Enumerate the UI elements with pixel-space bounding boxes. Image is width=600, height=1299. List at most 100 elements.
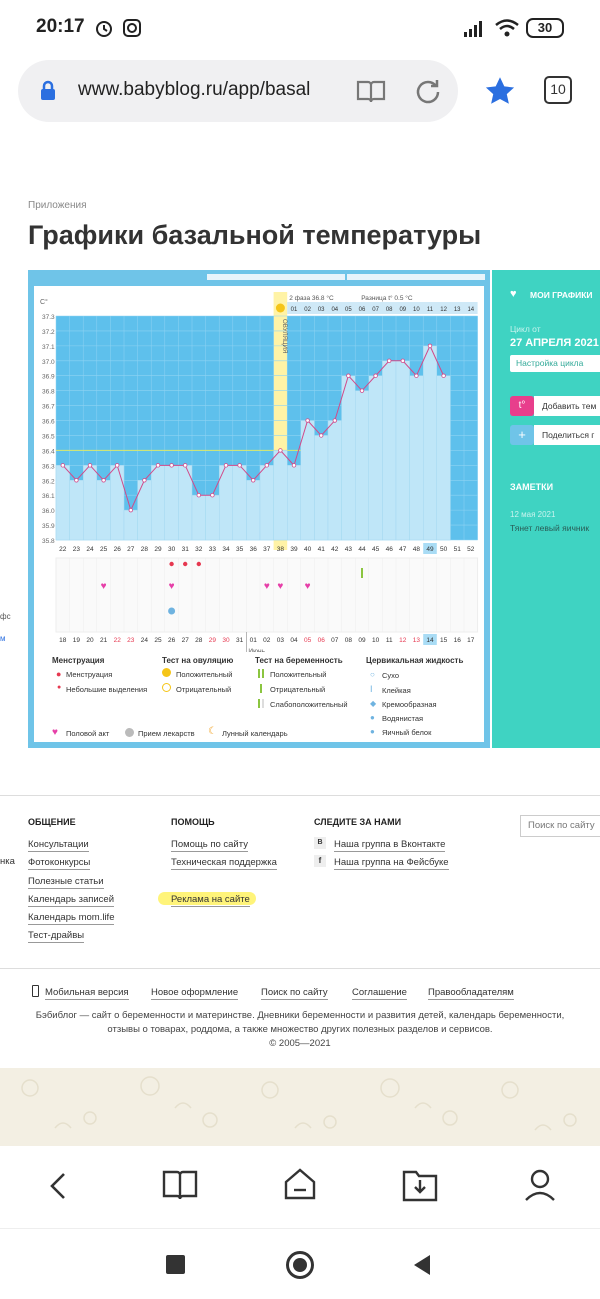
cervical-marker xyxy=(168,607,176,615)
bbt-chart[interactable]: 37.3 37.2 37.1 37.0 36.9 36.8 36.7 36.6 36.5 36.4… xyxy=(34,292,484,652)
ovulation-label: ОВУЛЯЦИЯ xyxy=(281,319,288,353)
temp-point xyxy=(155,463,161,468)
date-label: 31 xyxy=(236,637,244,644)
scroll-track-right[interactable] xyxy=(347,274,485,280)
note-text[interactable]: Тянет левый яичник xyxy=(510,523,589,533)
footer-bottom-link[interactable]: Мобильная версия xyxy=(45,987,129,1000)
back-icon[interactable] xyxy=(46,1170,72,1202)
url-text[interactable]: www.babyblog.ru/app/basal xyxy=(78,79,310,101)
y-tick-label: 35.9 xyxy=(42,523,55,530)
cycle-day-label: 37 xyxy=(263,546,271,553)
y-tick-label: 36.3 xyxy=(42,463,55,470)
scroll-track-left[interactable] xyxy=(207,274,345,280)
footer-link[interactable]: Фотоконкурсы xyxy=(28,857,91,870)
cut-link[interactable]: м xyxy=(0,634,6,643)
footer-bottom-link[interactable]: Правообладателям xyxy=(428,987,514,1000)
pill-icon xyxy=(125,728,134,737)
date-label: 05 xyxy=(304,637,312,644)
temp-bar xyxy=(69,480,84,541)
legend-pregnancy-title: Тест на беременность xyxy=(255,656,343,665)
temp-bar xyxy=(286,465,301,541)
facebook-icon[interactable]: f xyxy=(314,855,326,867)
dry-icon: ○ xyxy=(370,670,375,679)
copyright: © 2005—2021 xyxy=(269,1038,331,1049)
phase-day-label: 02 xyxy=(304,307,311,313)
temp-point xyxy=(359,388,365,393)
footer-link[interactable]: Наша группа на Фейсбуке xyxy=(334,857,449,870)
footer-link[interactable]: Наша группа в Вконтакте xyxy=(334,839,446,852)
footer-link[interactable]: Техническая поддержка xyxy=(171,857,277,870)
legend-item: Отрицательный xyxy=(176,685,232,694)
footer-link[interactable]: Календарь mom.life xyxy=(28,912,115,925)
legend-item: Водянистая xyxy=(382,714,424,723)
intercourse-marker: ♥ xyxy=(264,581,270,592)
temp-bar xyxy=(382,360,397,541)
lock-icon xyxy=(41,80,55,100)
date-label: 13 xyxy=(413,637,421,644)
temp-point xyxy=(169,463,174,468)
intercourse-marker: ♥ xyxy=(277,581,283,592)
system-back-button[interactable] xyxy=(410,1253,434,1277)
breadcrumb[interactable]: Приложения xyxy=(28,200,87,211)
footer-bottom-link[interactable]: Новое оформление xyxy=(151,987,239,1000)
heart-icon: ♥ xyxy=(52,727,58,738)
y-tick-label: 36.8 xyxy=(42,389,55,396)
my-charts-link[interactable]: МОИ ГРАФИКИ xyxy=(530,290,593,300)
temp-bar xyxy=(150,465,165,541)
temp-bar xyxy=(232,465,247,541)
home-icon[interactable] xyxy=(282,1166,318,1202)
tabs-button[interactable]: 10 xyxy=(544,76,572,104)
footer-link[interactable]: Полезные статьи xyxy=(28,876,104,889)
temp-point xyxy=(346,373,351,378)
add-temp-button[interactable]: Добавить тем xyxy=(534,396,600,416)
phase-day-label: 10 xyxy=(413,307,420,313)
vk-icon[interactable]: В xyxy=(314,837,326,849)
temp-point xyxy=(223,463,229,468)
temp-bar xyxy=(83,465,98,541)
temp-bar xyxy=(355,390,370,541)
share-icon[interactable]: + xyxy=(510,425,534,445)
legend-item: Слабоположительный xyxy=(270,700,348,709)
footer-link[interactable]: Реклама на сайте xyxy=(171,894,250,907)
y-tick-label: 37.2 xyxy=(42,329,55,336)
downloads-icon[interactable] xyxy=(402,1168,438,1202)
y-tick-label: 37.3 xyxy=(42,314,55,321)
cycle-day-label: 50 xyxy=(440,546,448,553)
pregnancy-negative-icon xyxy=(260,684,262,693)
bookmarks-icon[interactable] xyxy=(162,1168,198,1202)
footer-search-input[interactable]: Поиск по сайту xyxy=(520,815,600,837)
share-button[interactable]: Поделиться г xyxy=(534,425,600,445)
phase-day-label: 05 xyxy=(345,307,352,313)
footer-link[interactable]: Помощь по сайту xyxy=(171,839,248,852)
footer-link[interactable]: Тест-драйвы xyxy=(28,930,85,943)
date-label: 28 xyxy=(195,637,203,644)
note-date: 12 мая 2021 xyxy=(510,510,556,519)
temp-point xyxy=(87,463,93,468)
legend-ovulation-title: Тест на овуляцию xyxy=(162,656,234,665)
cycle-settings-button[interactable]: Настройка цикла xyxy=(510,355,600,372)
date-label: 16 xyxy=(454,637,462,644)
footer-bottom-link[interactable]: Соглашение xyxy=(352,987,407,1000)
bookmark-star-icon[interactable] xyxy=(484,76,516,106)
y-tick-label: 36.6 xyxy=(42,419,55,426)
home-button[interactable] xyxy=(286,1251,314,1279)
reader-mode-icon[interactable] xyxy=(356,78,386,104)
footer-bottom-link[interactable]: Поиск по сайту xyxy=(261,987,328,1000)
creamy-icon: ◆ xyxy=(370,699,377,708)
date-label: 29 xyxy=(209,637,217,644)
cut-link[interactable]: нка xyxy=(0,856,15,868)
add-temp-icon[interactable]: t° xyxy=(510,396,534,416)
footer-link[interactable]: Календарь записей xyxy=(28,894,115,907)
recents-button[interactable] xyxy=(166,1255,185,1274)
reload-icon[interactable] xyxy=(414,78,442,106)
cycle-day-label: 52 xyxy=(467,546,475,553)
diff-label: Разница t° 0.5 °C xyxy=(361,294,413,302)
ovulation-marker xyxy=(275,303,285,313)
cycle-day-label: 41 xyxy=(318,546,326,553)
address-bar[interactable]: www.babyblog.ru/app/basal xyxy=(18,60,458,122)
temp-bar xyxy=(423,345,438,541)
footer-link[interactable]: Консультации xyxy=(28,839,89,852)
temp-bar xyxy=(110,465,125,541)
profile-icon[interactable] xyxy=(522,1166,558,1202)
intercourse-marker: ♥ xyxy=(305,581,311,592)
